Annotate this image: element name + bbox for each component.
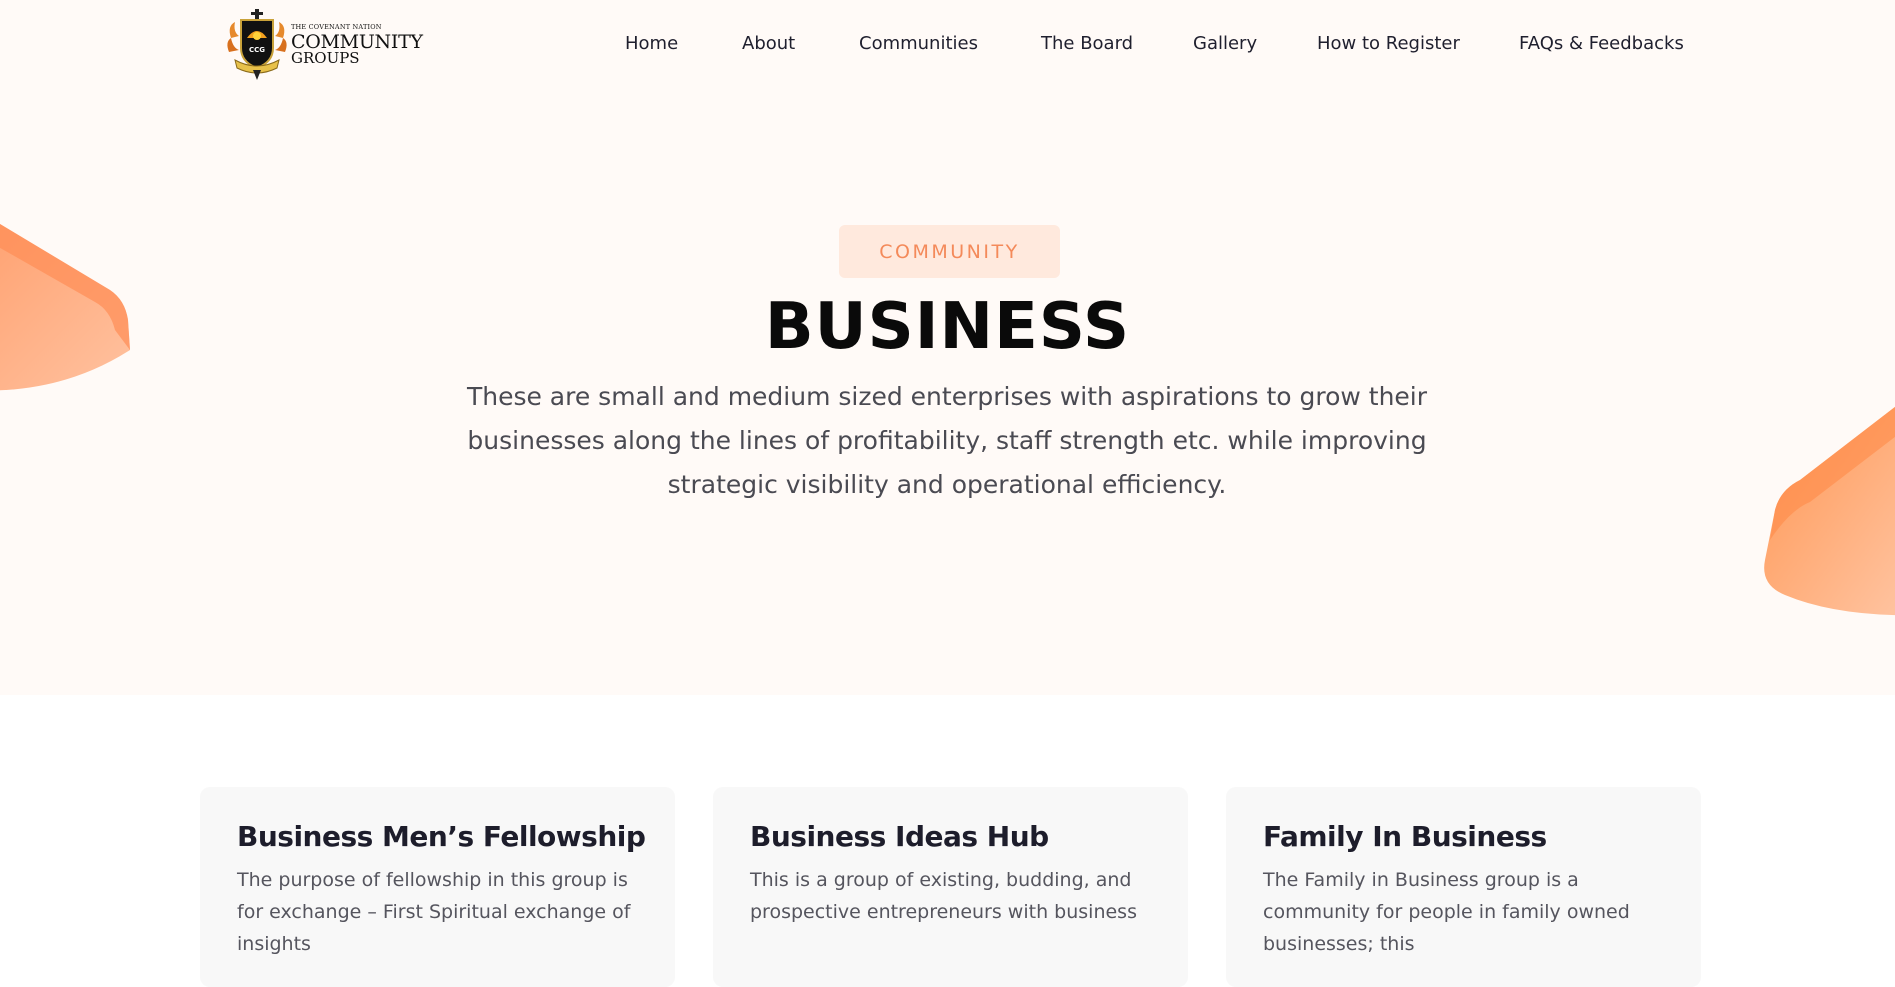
nav-home[interactable]: Home xyxy=(625,30,678,58)
decorative-shape-right xyxy=(1764,406,1895,616)
card-title: Business Men’s Fellowship xyxy=(237,820,646,853)
card-text: The purpose of fellowship in this group … xyxy=(237,869,631,955)
card-text: This is a group of existing, budding, an… xyxy=(750,869,1137,923)
main-nav: Home About Communities The Board Gallery… xyxy=(0,30,1895,58)
card-text: The Family in Business group is a commun… xyxy=(1263,869,1630,955)
community-cards: Business Men’s Fellowship The purpose of… xyxy=(0,695,1895,987)
nav-communities[interactable]: Communities xyxy=(859,30,978,58)
site-header: CCG THE COVENANT NATION COMMUNITY GROUPS… xyxy=(0,0,1895,88)
card-business-ideas-hub[interactable]: Business Ideas Hub This is a group of ex… xyxy=(713,787,1188,987)
nav-faqs-feedbacks[interactable]: FAQs & Feedbacks xyxy=(1519,30,1684,58)
page-description: These are small and medium sized enterpr… xyxy=(466,382,1428,499)
nav-gallery[interactable]: Gallery xyxy=(1193,30,1257,58)
page-title: BUSINESS xyxy=(764,290,1131,364)
card-title: Family In Business xyxy=(1263,820,1547,853)
nav-about[interactable]: About xyxy=(742,30,795,58)
card-family-in-business[interactable]: Family In Business The Family in Busines… xyxy=(1226,787,1701,987)
nav-the-board[interactable]: The Board xyxy=(1041,30,1133,58)
nav-how-to-register[interactable]: How to Register xyxy=(1317,30,1460,58)
hero-section: CCG THE COVENANT NATION COMMUNITY GROUPS… xyxy=(0,0,1895,695)
card-business-mens-fellowship[interactable]: Business Men’s Fellowship The purpose of… xyxy=(200,787,675,987)
category-tag: COMMUNITY xyxy=(839,225,1060,278)
card-title: Business Ideas Hub xyxy=(750,820,1049,853)
